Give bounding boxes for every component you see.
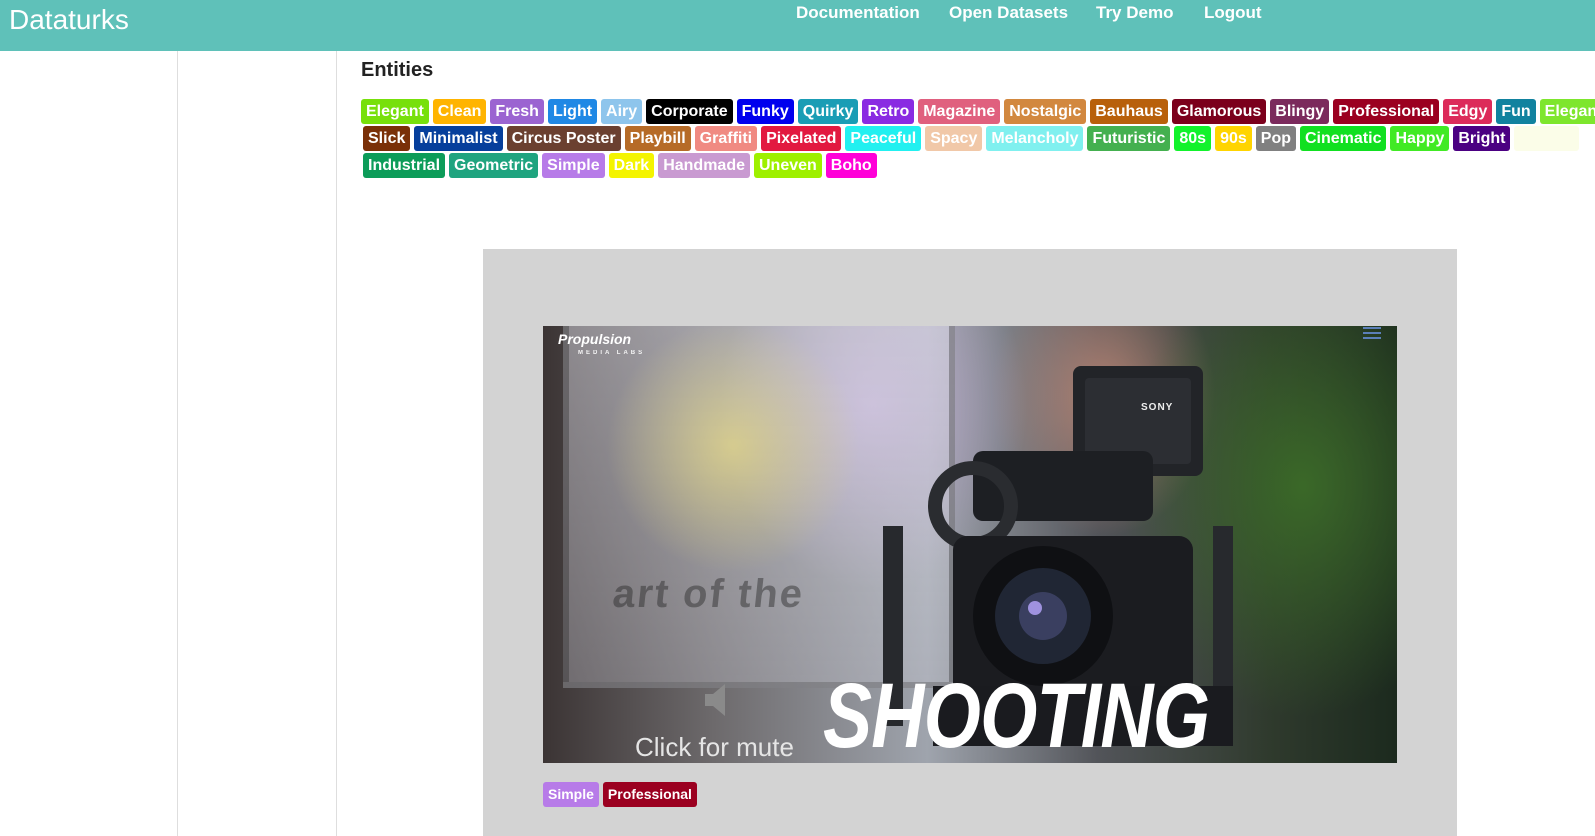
logo-text: Propulsion <box>558 331 632 347</box>
entity-tag[interactable]: Cinematic <box>1300 126 1387 151</box>
brand-logo[interactable]: Dataturks <box>9 4 129 36</box>
entity-tag[interactable]: Playbill <box>624 126 691 151</box>
entity-tag[interactable]: Peaceful <box>845 126 922 151</box>
entity-tag[interactable]: 90s <box>1215 126 1252 151</box>
entity-tag[interactable]: Elegant <box>1539 99 1595 124</box>
entity-tag[interactable]: Futuristic <box>1087 126 1171 151</box>
nav-open-datasets[interactable]: Open Datasets <box>949 3 1068 23</box>
propulsion-logo: Propulsion MEDIA LABS <box>558 332 645 360</box>
entity-tag[interactable]: Melancholy <box>986 126 1084 151</box>
entity-tag[interactable]: Corporate <box>646 99 733 124</box>
hamburger-menu-icon[interactable] <box>1363 326 1381 340</box>
poster-text: art of the <box>610 572 807 616</box>
entity-tag[interactable]: Pop <box>1255 126 1296 151</box>
assigned-tag[interactable]: Professional <box>602 782 697 807</box>
entity-tag[interactable]: Clean <box>432 99 487 124</box>
entity-tag[interactable]: Professional <box>1333 99 1440 124</box>
entity-tag[interactable]: Funky <box>736 99 794 124</box>
entity-tag[interactable]: Nostalgic <box>1004 99 1087 124</box>
entity-tag[interactable]: Elegant <box>361 99 429 124</box>
sidebar-divider <box>177 51 178 836</box>
entity-tag[interactable]: Pixelated <box>761 126 842 151</box>
entity-tag[interactable]: Retro <box>862 99 915 124</box>
nav-logout[interactable]: Logout <box>1204 3 1262 23</box>
assigned-tag[interactable]: Simple <box>543 782 599 807</box>
volume-icon[interactable] <box>703 682 729 718</box>
entity-tag[interactable]: Quirky <box>797 99 859 124</box>
entity-tag[interactable]: Minimalist <box>414 126 503 151</box>
entity-tag[interactable] <box>1514 126 1580 151</box>
content-divider <box>336 51 337 836</box>
top-navbar: Dataturks Documentation Open Datasets Tr… <box>0 0 1595 51</box>
logo-subtext: MEDIA LABS <box>578 350 646 356</box>
entity-tag[interactable]: Bauhaus <box>1090 99 1168 124</box>
entity-tag-list: Elegant Clean Fresh Light Airy Corporate Funky… <box>361 99 1595 184</box>
entity-tag[interactable]: Dark <box>608 153 655 178</box>
entity-tag[interactable]: Handmade <box>658 153 750 178</box>
entity-tag[interactable]: Glamorous <box>1171 99 1267 124</box>
camera-brand-label: SONY <box>1141 402 1174 413</box>
entity-tag[interactable]: Edgy <box>1443 99 1493 124</box>
entity-tag[interactable]: Airy <box>601 99 643 124</box>
entity-tag[interactable]: Uneven <box>754 153 822 178</box>
entity-tag[interactable]: Geometric <box>449 153 539 178</box>
entity-tag[interactable]: Bright <box>1453 126 1511 151</box>
entity-tag[interactable]: Magazine <box>918 99 1001 124</box>
entities-heading: Entities <box>361 59 434 81</box>
media-panel: art of the SONY Propulsion MEDIA LABS Cl… <box>483 249 1457 836</box>
entity-tag[interactable]: Circus Poster <box>506 126 621 151</box>
video-player[interactable]: art of the SONY Propulsion MEDIA LABS Cl… <box>543 326 1397 763</box>
entity-tag[interactable]: Industrial <box>363 153 446 178</box>
entity-tag[interactable]: Blingy <box>1270 99 1330 124</box>
video-caption: SHOOTING <box>823 665 1210 763</box>
entity-tag[interactable]: Boho <box>825 153 877 178</box>
entity-tag-row: Slick Minimalist Circus Poster Playbill Graf… <box>363 126 1583 151</box>
entity-tag[interactable]: Light <box>547 99 598 124</box>
entity-tag[interactable]: Fun <box>1496 99 1536 124</box>
mute-hint[interactable]: Click for mute <box>635 732 794 763</box>
entity-tag-row: Industrial Geometric Simple Dark Handmade Une… <box>363 153 881 178</box>
nav-documentation[interactable]: Documentation <box>796 3 920 23</box>
entity-tag[interactable]: Simple <box>542 153 605 178</box>
nav-try-demo[interactable]: Try Demo <box>1096 3 1173 23</box>
entity-tag[interactable]: Graffiti <box>694 126 758 151</box>
entity-tag[interactable]: Slick <box>363 126 411 151</box>
entity-tag[interactable]: Happy <box>1390 126 1450 151</box>
entity-tag-row: Elegant Clean Fresh Light Airy Corporate Funky… <box>361 99 1595 124</box>
entity-tag[interactable]: Fresh <box>490 99 544 124</box>
entity-tag[interactable]: Spacy <box>925 126 983 151</box>
entity-tag[interactable]: 80s <box>1174 126 1212 151</box>
video-assigned-tags: Simple Professional <box>543 782 701 807</box>
